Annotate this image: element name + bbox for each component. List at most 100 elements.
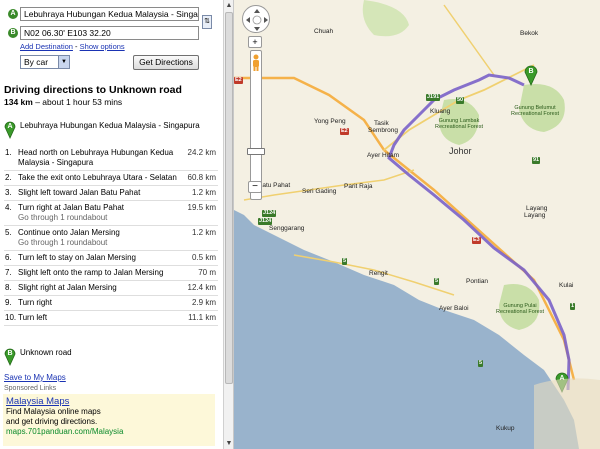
label-senggarang: Senggarang xyxy=(269,225,305,232)
label-parit-raja: Parit Raja xyxy=(344,183,373,190)
step-number: 10. xyxy=(5,313,17,322)
show-options-link[interactable]: Show options xyxy=(80,42,125,51)
origin-marker-icon: A xyxy=(8,9,18,19)
ad-url[interactable]: maps.701panduan.com/Malaysia xyxy=(6,427,212,436)
step-text: Turn left xyxy=(18,313,48,322)
step-text: Slight right at Jalan Mersing xyxy=(18,283,117,292)
origin-input[interactable]: Lebuhraya Hubungan Kedua Malaysia - Sing… xyxy=(20,7,199,21)
label-tasik: Tasik xyxy=(374,120,389,127)
end-location: Unknown road xyxy=(20,348,72,357)
direction-step[interactable]: 2. Take the exit onto Lebuhraya Utara - S… xyxy=(4,171,218,186)
zoom-in-button[interactable]: + xyxy=(248,36,262,48)
step-number: 4. xyxy=(5,203,12,212)
direction-step[interactable]: 1. Head north on Lebuhraya Hubungan Kedua… xyxy=(4,146,218,171)
shield-5-b: 5 xyxy=(434,278,440,285)
label-kukup: Kukup xyxy=(496,425,515,432)
step-distance: 1.2 km xyxy=(191,228,216,237)
shield-e3: E3 xyxy=(472,237,481,244)
step-text: Head north on Lebuhraya Hubungan Kedua M… xyxy=(18,148,174,167)
step-subtext: Go through 1 roundabout xyxy=(18,213,108,222)
label-ayer-baloi: Ayer Baloi xyxy=(439,305,469,312)
label-johor: Johor xyxy=(449,146,472,156)
route-duration: – about 1 hour 53 mins xyxy=(35,97,123,107)
label-layang: Layang xyxy=(526,205,548,212)
scroll-up-icon[interactable]: ▲ xyxy=(224,0,234,11)
step-text: Continue onto Jalan Mersing xyxy=(18,228,120,237)
step-number: 6. xyxy=(5,253,12,262)
route-distance: 134 km xyxy=(4,97,33,107)
ad-box: Malaysia Maps Find Malaysia online maps … xyxy=(3,394,215,446)
street-view-pegman-icon[interactable] xyxy=(251,54,261,72)
step-number: 3. xyxy=(5,188,12,197)
direction-step[interactable]: 7. Slight left onto the ramp to Jalan Mer… xyxy=(4,266,218,281)
step-text: Slight left onto the ramp to Jalan Mersi… xyxy=(18,268,164,277)
zoom-out-button[interactable]: − xyxy=(248,181,262,193)
ad-text-line2: and get driving directions. xyxy=(6,417,98,426)
urban-area xyxy=(534,378,600,449)
panel-scrollbar[interactable]: ▲ ▼ xyxy=(223,0,234,449)
step-number: 2. xyxy=(5,173,12,182)
label-chuah: Chuah xyxy=(314,28,334,35)
shield-5-a: 5 xyxy=(342,258,348,265)
label-pontian: Pontian xyxy=(466,278,489,285)
shield-50: 50 xyxy=(456,97,465,104)
label-forest-pulai: Gunung Pulai Recreational Forest xyxy=(496,303,544,315)
direction-step[interactable]: 8. Slight right at Jalan Mersing 12.4 km xyxy=(4,281,218,296)
direction-step[interactable]: 4. Turn right at Jalan Batu Pahat Go throu… xyxy=(4,201,218,226)
scroll-down-icon[interactable]: ▼ xyxy=(224,438,234,449)
forest-north xyxy=(362,0,409,37)
step-distance: 2.9 km xyxy=(191,298,216,307)
zoom-slider[interactable] xyxy=(250,50,262,200)
step-number: 8. xyxy=(5,283,12,292)
shield-91: 91 xyxy=(532,157,541,164)
marker-b-icon: B xyxy=(524,65,538,86)
map-canvas[interactable]: B A Chuah Bekok Yong Peng Kluang Tasik S… xyxy=(234,0,600,449)
label-bekok: Bekok xyxy=(520,30,539,37)
direction-step[interactable]: 5. Continue onto Jalan Mersing Go through … xyxy=(4,226,218,251)
destination-input[interactable]: N02 06.30' E103 32.20 xyxy=(20,26,199,40)
label-ayer-hitam: Ayer Hitam xyxy=(367,152,400,159)
start-location: Lebuhraya Hubungan Kedua Malaysia - Sing… xyxy=(20,121,200,130)
direction-step[interactable]: 9. Turn right 2.9 km xyxy=(4,296,218,311)
step-distance: 11.1 km xyxy=(188,313,216,322)
label-forest-lambak: Gunung Lambak Recreational Forest xyxy=(435,118,483,130)
label-yong-peng: Yong Peng xyxy=(314,118,346,125)
step-number: 9. xyxy=(5,298,12,307)
swap-icon[interactable]: ⇅ xyxy=(202,15,212,29)
svg-text:B: B xyxy=(7,350,12,357)
shield-j124-a: J124 xyxy=(262,210,277,217)
travel-mode-value: By car xyxy=(24,57,49,67)
shield-e2-central: E2 xyxy=(340,128,349,135)
step-text: Take the exit onto Lebuhraya Utara - Sel… xyxy=(18,173,177,182)
direction-step[interactable]: 10. Turn left 11.1 km xyxy=(4,311,218,326)
step-distance: 12.4 km xyxy=(187,283,216,292)
svg-text:B: B xyxy=(528,68,533,75)
start-pin-icon: A xyxy=(4,119,16,142)
sea xyxy=(234,210,579,449)
svg-text:A: A xyxy=(7,123,12,130)
get-directions-button[interactable]: Get Directions xyxy=(133,55,199,70)
travel-mode-select[interactable]: By car ▼ xyxy=(20,55,70,69)
maps-app: A Lebuhraya Hubungan Kedua Malaysia - Si… xyxy=(0,0,600,449)
direction-step[interactable]: 3. Slight left toward Jalan Batu Pahat 1.2… xyxy=(4,186,218,201)
step-distance: 19.5 km xyxy=(187,203,216,212)
step-distance: 0.5 km xyxy=(191,253,216,262)
step-subtext: Go through 1 roundabout xyxy=(18,238,108,247)
direction-step[interactable]: 6. Turn left to stay on Jalan Mersing 0.5 … xyxy=(4,251,218,266)
scroll-thumb[interactable] xyxy=(225,12,233,384)
pan-arrows-icon xyxy=(246,9,268,31)
step-text: Turn right xyxy=(18,298,52,307)
pan-control[interactable] xyxy=(242,5,270,33)
destination-marker-icon: B xyxy=(8,28,18,38)
directions-title: Driving directions to Unknown road xyxy=(4,84,182,96)
shield-j124-b: J124 xyxy=(258,218,273,225)
ad-title-link[interactable]: Malaysia Maps xyxy=(6,396,212,407)
add-destination-link[interactable]: Add Destination xyxy=(20,42,73,51)
step-distance: 24.2 km xyxy=(187,148,216,157)
save-to-my-maps-link[interactable]: Save to My Maps xyxy=(4,373,66,382)
step-distance: 70 m xyxy=(198,268,216,277)
sponsored-label: Sponsored Links xyxy=(4,385,57,392)
zoom-slider-thumb[interactable] xyxy=(247,148,265,155)
label-seri-gading: Seri Gading xyxy=(302,188,337,195)
shield-5-c: 5 xyxy=(478,360,484,367)
